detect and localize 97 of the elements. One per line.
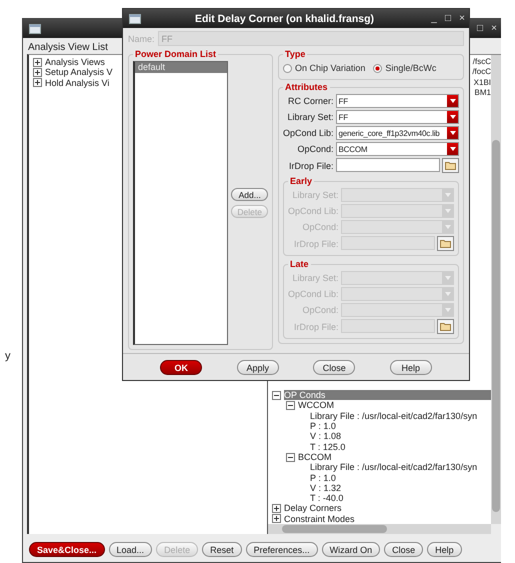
- window-control[interactable]: ×: [488, 23, 500, 34]
- browse-button[interactable]: [442, 158, 459, 173]
- button[interactable]: Wizard On: [322, 542, 380, 557]
- browse-button[interactable]: [437, 319, 454, 334]
- expand-icon[interactable]: [33, 78, 42, 88]
- folder-icon: [440, 239, 451, 248]
- dropdown[interactable]: FF: [336, 110, 459, 124]
- field-label: Library Set:: [292, 273, 339, 283]
- radio-option[interactable]: On Chip Variation: [283, 63, 366, 73]
- tree-item[interactable]: OP Conds: [284, 390, 491, 400]
- tree-item[interactable]: BCCOM: [298, 452, 332, 462]
- window-title: Edit Delay Corner (on khalid.fransg): [194, 12, 376, 24]
- tree-item[interactable]: Delay Corners: [284, 503, 342, 514]
- tree-item[interactable]: T : 125.0: [310, 442, 346, 452]
- button[interactable]: Add...: [231, 188, 268, 201]
- field-label: Name:: [128, 34, 155, 44]
- window-control[interactable]: □: [474, 23, 486, 34]
- collapse-icon[interactable]: [286, 401, 295, 410]
- button[interactable]: Help: [390, 360, 432, 375]
- file-field[interactable]: [336, 158, 440, 172]
- tree-item[interactable]: /fscC: [472, 57, 491, 66]
- caret-icon: [444, 209, 450, 213]
- panel-heading: Analysis View List: [27, 41, 109, 54]
- browse-button[interactable]: [437, 236, 454, 251]
- field-label: OpCond Lib:: [288, 289, 339, 299]
- radio-icon[interactable]: [373, 64, 382, 72]
- tree-item[interactable]: X1BI: [474, 78, 491, 87]
- tree-item[interactable]: Constraint Modes: [284, 514, 355, 524]
- tree-item[interactable]: /focC: [472, 67, 491, 76]
- button[interactable]: Save&Close...: [29, 542, 105, 557]
- list-item[interactable]: default: [135, 62, 228, 73]
- button[interactable]: Apply: [236, 360, 279, 375]
- window-control[interactable]: ×: [456, 13, 468, 24]
- tree-item[interactable]: Library File : /usr/local-eit/cad2/far130/syn: [310, 462, 478, 473]
- button[interactable]: Load...: [108, 542, 152, 557]
- expand-icon[interactable]: [33, 68, 42, 77]
- button[interactable]: Preferences...: [246, 542, 318, 557]
- dropdown[interactable]: generic_core_ff1p32vm40c.lib: [336, 126, 459, 140]
- group-title: Early: [289, 176, 314, 186]
- caret-icon: [444, 308, 450, 312]
- dropdown[interactable]: BCCOM: [336, 142, 459, 156]
- field-label: OpCond:: [296, 144, 334, 154]
- caret-icon: [450, 115, 456, 119]
- group-title: Attributes: [284, 82, 328, 92]
- expand-icon[interactable]: [33, 58, 42, 67]
- caret-icon: [444, 193, 450, 197]
- field-label: RC Corner:: [287, 96, 334, 106]
- field-label: Library Set:: [292, 190, 339, 200]
- tree-item[interactable]: Setup Analysis V: [45, 67, 113, 78]
- group-title: Power Domain List: [134, 49, 218, 59]
- tree-item[interactable]: Hold Analysis Vi: [45, 78, 110, 88]
- field-label: OpCond Lib:: [288, 206, 339, 216]
- radio-option[interactable]: Single/BcWc: [373, 63, 436, 73]
- folder-icon: [440, 322, 451, 331]
- field-label: IrDrop File:: [288, 160, 334, 170]
- button[interactable]: Close: [313, 360, 356, 375]
- tree-item[interactable]: T : -40.0: [310, 493, 344, 504]
- caret-icon: [444, 292, 450, 296]
- collapse-icon[interactable]: [272, 390, 281, 400]
- caret-icon: [444, 225, 450, 229]
- caret-icon: [450, 131, 456, 135]
- field-label: IrDrop File:: [293, 238, 339, 248]
- stray-text: y: [5, 350, 10, 362]
- window-icon: [29, 24, 41, 34]
- field-label: OpCond:: [302, 222, 339, 232]
- window-control[interactable]: □: [442, 13, 454, 24]
- tree-item[interactable]: Library File : /usr/local-eit/cad2/far130/syn: [310, 410, 478, 422]
- button[interactable]: Close: [384, 542, 424, 557]
- radio-icon[interactable]: [283, 64, 292, 72]
- horizontal-scrollbar[interactable]: [268, 524, 491, 534]
- button[interactable]: Reset: [202, 542, 242, 557]
- group-title: Type: [284, 49, 306, 59]
- caret-icon: [450, 99, 456, 103]
- window-icon: [129, 14, 141, 24]
- tree-item[interactable]: BM1: [474, 88, 491, 98]
- tree-item[interactable]: V : 1.32: [310, 482, 342, 494]
- field-label: IrDrop File:: [293, 322, 339, 332]
- field-label: Library Set:: [286, 112, 334, 122]
- group-title: Late: [289, 259, 310, 269]
- caret-icon: [450, 147, 456, 151]
- tree-item[interactable]: Analysis Views: [45, 57, 105, 68]
- tree-item[interactable]: P : 1.0: [310, 472, 336, 483]
- collapse-icon[interactable]: [286, 452, 295, 462]
- vertical-scrollbar[interactable]: [491, 55, 501, 524]
- window-control[interactable]: _: [428, 13, 440, 24]
- tree-item[interactable]: V : 1.08: [310, 431, 342, 442]
- tree-item[interactable]: P : 1.0: [310, 421, 336, 432]
- folder-icon: [445, 161, 456, 170]
- button[interactable]: Help: [427, 542, 462, 557]
- button[interactable]: OK: [160, 360, 202, 375]
- dropdown[interactable]: FF: [336, 94, 459, 108]
- field-label: OpCond:: [302, 305, 339, 315]
- field-label: OpCond Lib:: [283, 128, 334, 138]
- tree-item[interactable]: WCCOM: [298, 400, 334, 411]
- caret-icon: [444, 276, 450, 280]
- expand-icon[interactable]: [272, 514, 281, 524]
- expand-icon[interactable]: [272, 504, 281, 514]
